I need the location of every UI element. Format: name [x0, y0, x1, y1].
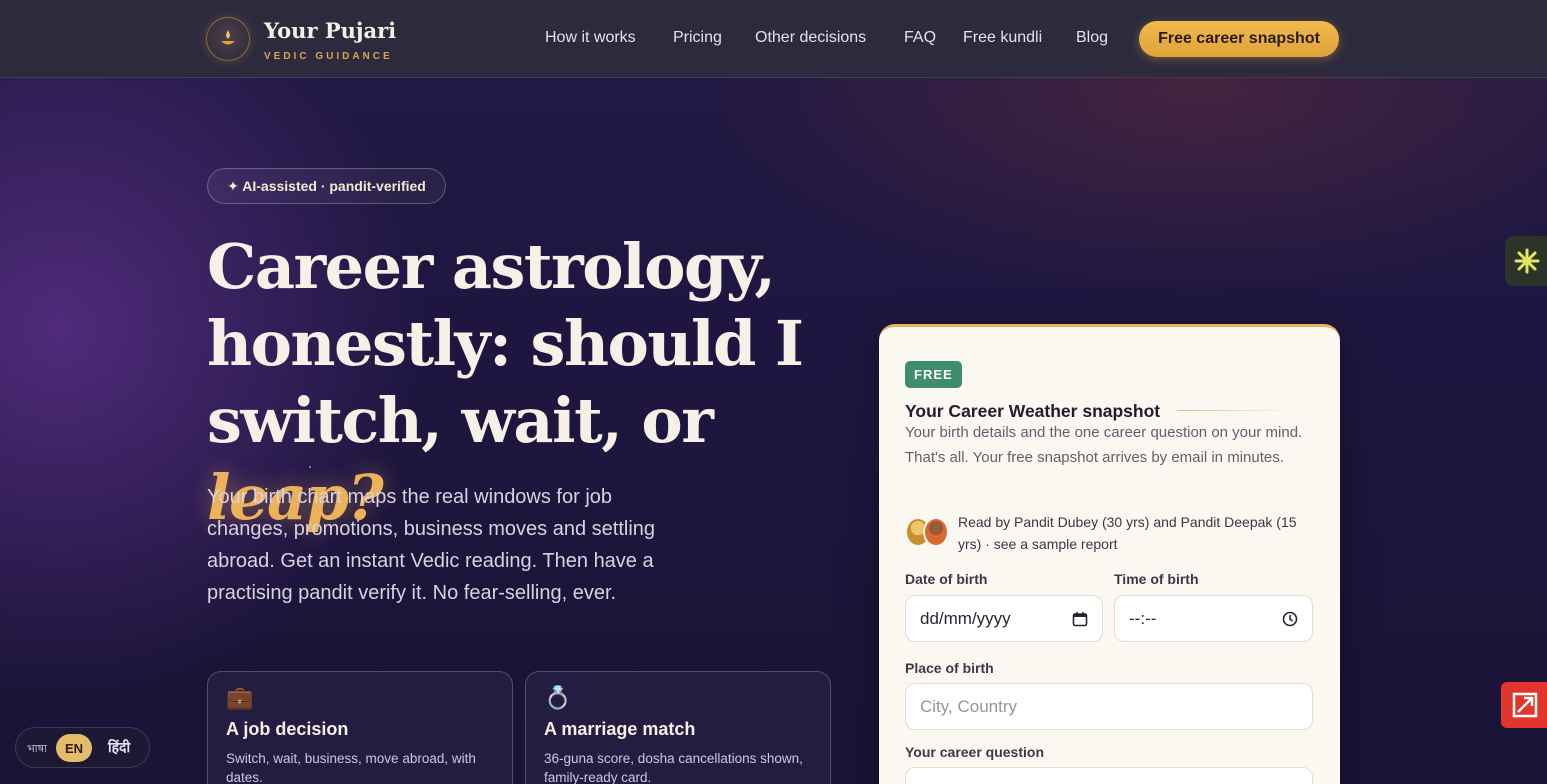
sparkle-widget-icon[interactable]	[1505, 236, 1547, 286]
career-question-select[interactable]	[905, 767, 1313, 784]
card-title: A job decision	[226, 719, 349, 739]
dob-label: Date of birth	[905, 571, 988, 587]
brand-name[interactable]: Your Pujari	[264, 18, 396, 43]
card-description: 36-guna score, dosha cancellations shown…	[544, 751, 803, 784]
language-label: भाषा	[27, 743, 47, 755]
pandit-avatars	[905, 517, 951, 547]
calendar-icon[interactable]	[1072, 611, 1088, 627]
job-decision-card[interactable]: 💼 A job decision Switch, wait, business,…	[207, 671, 513, 784]
title-divider	[1177, 410, 1297, 411]
briefcase-icon: 💼	[226, 685, 254, 710]
headline-line-3: switch, wait, or	[207, 384, 714, 457]
place-placeholder: City, Country	[920, 696, 1017, 716]
card-title: A marriage match	[544, 719, 696, 739]
site-header: Your Pujari VEDIC GUIDANCE How it works …	[0, 0, 1547, 78]
career-snapshot-form: FREE Your Career Weather snapshot Your b…	[879, 324, 1340, 784]
hero-subtext: Your birth chart maps the real windows f…	[207, 486, 656, 604]
place-of-birth-input[interactable]: City, Country	[905, 683, 1313, 730]
time-of-birth-input[interactable]: --:--	[1114, 595, 1313, 642]
place-label: Place of birth	[905, 660, 994, 676]
ring-icon: 💍	[544, 685, 572, 710]
nav-other-decisions[interactable]: Other decisions	[755, 29, 866, 47]
date-value: dd/mm/yyyy	[920, 608, 1011, 628]
nav-free-kundli[interactable]: Free kundli	[963, 29, 1042, 47]
card-description: Switch, wait, business, move abroad, wit…	[226, 751, 476, 784]
time-value: --:--	[1129, 608, 1157, 628]
question-label: Your career question	[905, 744, 1045, 760]
headline-line-2: honestly: should I	[207, 307, 804, 380]
free-badge: FREE	[905, 361, 962, 388]
diya-lamp-icon[interactable]	[206, 17, 250, 61]
headline-line-1: Career astrology,	[207, 230, 776, 303]
form-description: Your birth details and the one career qu…	[905, 424, 1303, 466]
nav-how-it-works[interactable]: How it works	[545, 29, 636, 47]
marriage-match-card[interactable]: 💍 A marriage match 36-guna score, dosha …	[525, 671, 831, 784]
lang-hindi-button[interactable]: हिंदी	[108, 738, 130, 757]
brand-tagline: VEDIC GUIDANCE	[264, 51, 393, 62]
avatar	[923, 517, 949, 547]
nav-pricing[interactable]: Pricing	[673, 29, 722, 47]
free-career-snapshot-button[interactable]: Free career snapshot	[1139, 21, 1339, 57]
nav-faq[interactable]: FAQ	[904, 29, 936, 47]
ai-verified-pill: ✦ AI-assisted · pandit-verified	[207, 168, 446, 204]
language-switcher: भाषा EN हिंदी	[15, 727, 150, 768]
date-of-birth-input[interactable]: dd/mm/yyyy	[905, 595, 1103, 642]
form-title: Your Career Weather snapshot	[905, 401, 1161, 421]
read-by-text[interactable]: Read by Pandit Dubey (30 yrs) and Pandit…	[958, 511, 1323, 555]
clock-icon[interactable]	[1282, 611, 1298, 627]
feedback-widget-icon[interactable]	[1501, 682, 1547, 728]
lang-en-button[interactable]: EN	[56, 734, 92, 762]
nav-blog[interactable]: Blog	[1076, 29, 1108, 47]
decorative-star	[309, 466, 311, 468]
tob-label: Time of birth	[1114, 571, 1199, 587]
